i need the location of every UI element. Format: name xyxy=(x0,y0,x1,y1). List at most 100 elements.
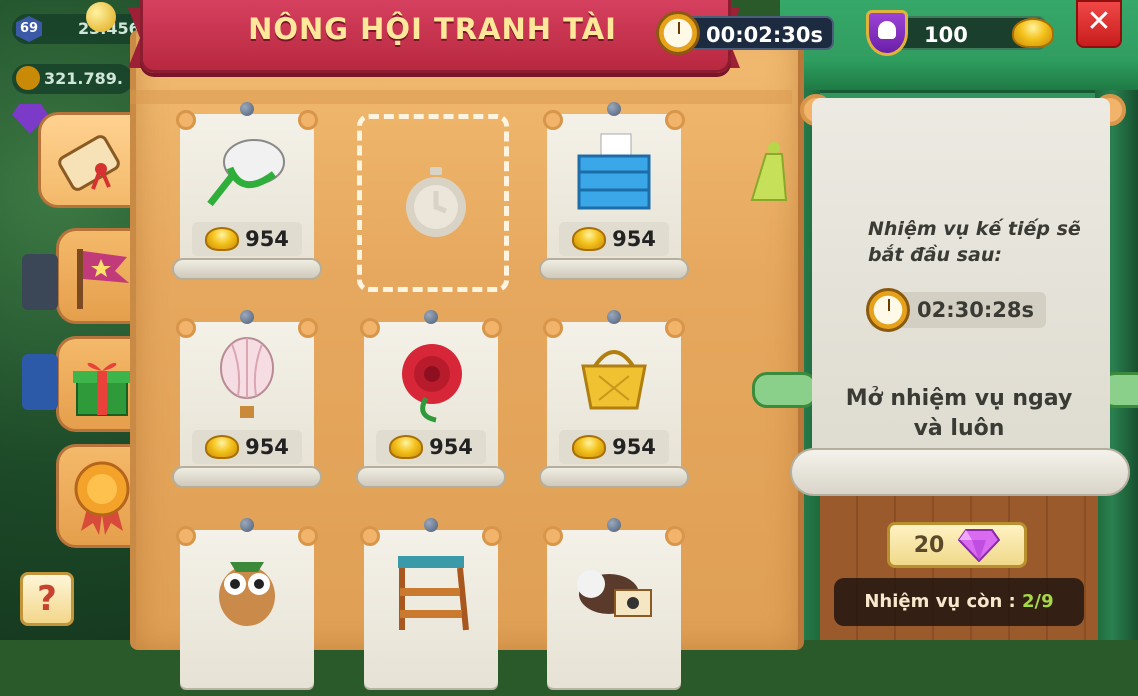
card-curl xyxy=(482,526,502,546)
task-card-hot-air-balloon[interactable]: 954 xyxy=(172,310,322,488)
event-timer-value: 00:02:30s xyxy=(706,23,823,47)
page-title: NÔNG HỘI TRANH TÀI xyxy=(248,12,617,46)
remaining-value: 2/9 xyxy=(1022,591,1054,612)
remaining-label: Nhiệm vụ còn : xyxy=(864,591,1023,612)
card-curl xyxy=(543,110,563,130)
price-tag: 954 xyxy=(376,430,486,464)
gem-cost: 20 xyxy=(913,532,945,558)
curtain-valance xyxy=(780,58,1138,93)
pin-icon xyxy=(607,518,621,532)
empty-task-slot[interactable] xyxy=(357,114,509,292)
help-button[interactable]: ? xyxy=(20,572,74,626)
card-curl xyxy=(298,318,318,338)
king-badge-icon xyxy=(866,10,908,56)
unlock-now-text: Mở nhiệm vụ ngay và luôn xyxy=(830,384,1088,444)
points-value: 100 xyxy=(924,23,968,47)
book-tab-icon[interactable] xyxy=(22,354,58,410)
card-rod xyxy=(172,258,322,280)
card-curl xyxy=(176,318,196,338)
price-value: 954 xyxy=(612,435,656,459)
gold-ingot-icon xyxy=(572,435,607,459)
task-card-cow[interactable] xyxy=(539,518,689,696)
rose-icon xyxy=(402,344,462,423)
next-task-timer-value: 02:30:28s xyxy=(917,298,1034,322)
card-curl xyxy=(665,318,685,338)
card-rod xyxy=(172,466,322,488)
pin-icon xyxy=(240,518,254,532)
card-rod xyxy=(539,466,689,488)
gold-value: 321.789. xyxy=(44,69,123,88)
card-curl xyxy=(176,526,196,546)
gift-icon xyxy=(73,362,131,416)
hud-gold: 321.789. xyxy=(12,64,133,94)
task-card-picnic-basket[interactable]: 954 xyxy=(539,310,689,488)
card-curl xyxy=(543,318,563,338)
owl-icon xyxy=(219,562,275,626)
card-curl xyxy=(665,110,685,130)
board-strip xyxy=(130,90,792,104)
gold-ingot-icon xyxy=(205,435,240,459)
remaining-tasks: Nhiệm vụ còn : 2/9 xyxy=(834,578,1084,626)
task-card-butterfly-net[interactable]: 954 xyxy=(172,102,322,280)
card-curl xyxy=(543,526,563,546)
price-tag: 954 xyxy=(559,430,669,464)
pin-icon xyxy=(607,102,621,116)
next-task-text-line1: Nhiệm vụ kế tiếp sẽ xyxy=(868,218,1081,240)
pin-icon xyxy=(240,102,254,116)
pin-icon xyxy=(424,518,438,532)
gold-ingot-icon xyxy=(572,227,607,251)
pin-icon xyxy=(607,310,621,324)
list-tab-icon[interactable] xyxy=(22,254,58,310)
flag-icon xyxy=(77,249,129,309)
gold-orb-icon xyxy=(86,2,116,32)
basket-icon xyxy=(581,350,647,410)
blue-crate-icon xyxy=(577,133,651,210)
cow-icon xyxy=(577,570,652,617)
curtain-tieback-left xyxy=(752,372,818,408)
gold-ingot-icon xyxy=(205,227,240,251)
close-button[interactable]: ✕ xyxy=(1076,0,1122,48)
stopwatch-icon xyxy=(406,167,466,237)
card-curl xyxy=(176,110,196,130)
gem-icon xyxy=(958,529,1001,562)
butterfly-net-icon xyxy=(207,139,285,207)
medal-icon xyxy=(74,461,130,535)
task-card-red-rose[interactable]: 954 xyxy=(356,310,506,488)
unlock-with-gems-button[interactable]: 20 xyxy=(887,522,1027,568)
tab-tasks[interactable] xyxy=(38,112,138,208)
hot-air-balloon-icon xyxy=(220,337,274,418)
card-curl xyxy=(360,526,380,546)
price-value: 954 xyxy=(612,227,656,251)
gold-ingot-icon xyxy=(1012,18,1054,48)
stopwatch-icon xyxy=(656,11,700,55)
tassel-icon xyxy=(750,142,788,201)
task-card-blue-crate[interactable]: 954 xyxy=(539,102,689,280)
pin-icon xyxy=(240,310,254,324)
card-curl xyxy=(298,110,318,130)
task-card-shelf[interactable] xyxy=(356,518,506,696)
next-task-text-line2: bắt đầu sau: xyxy=(868,244,1002,266)
level-badge: 69 xyxy=(16,16,42,42)
price-value: 954 xyxy=(245,435,289,459)
price-value: 954 xyxy=(245,227,289,251)
gold-coin-icon xyxy=(16,66,40,90)
price-value: 954 xyxy=(429,435,473,459)
info-rod xyxy=(790,448,1130,496)
unlock-text-line1: Mở nhiệm vụ ngay xyxy=(845,386,1073,411)
price-tag: 954 xyxy=(192,222,302,256)
price-tag: 954 xyxy=(192,430,302,464)
card-rod xyxy=(356,466,506,488)
unlock-text-line2: và luôn xyxy=(913,416,1005,441)
card-curl xyxy=(482,318,502,338)
task-card-owl[interactable] xyxy=(172,518,322,696)
gold-ingot-icon xyxy=(389,435,424,459)
scroll-icon xyxy=(58,135,120,191)
card-curl xyxy=(360,318,380,338)
pin-icon xyxy=(424,310,438,324)
card-curl xyxy=(665,526,685,546)
wooden-shelf-icon xyxy=(398,556,469,631)
stopwatch-icon xyxy=(866,288,910,332)
card-curl xyxy=(298,526,318,546)
card-rod xyxy=(539,258,689,280)
price-tag: 954 xyxy=(559,222,669,256)
